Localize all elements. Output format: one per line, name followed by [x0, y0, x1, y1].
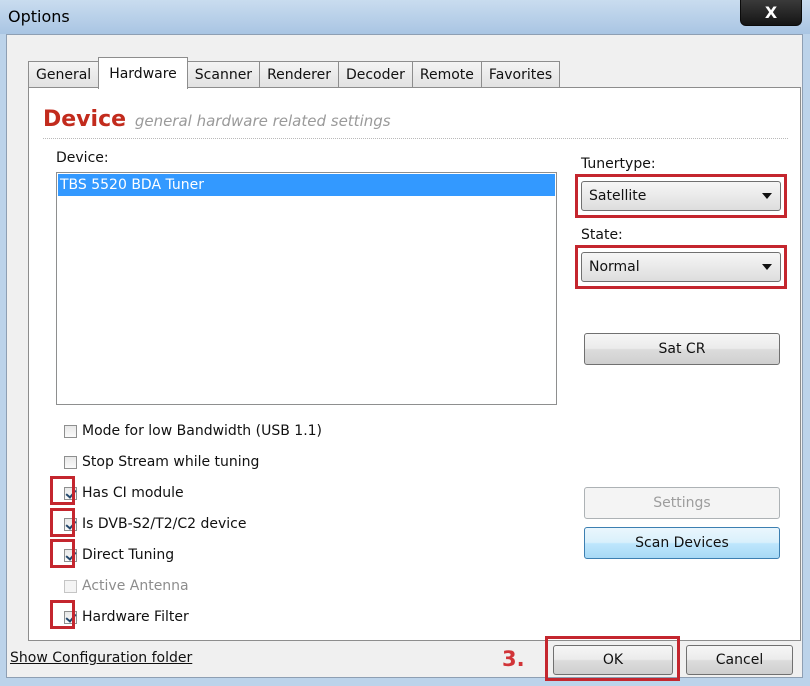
cancel-button[interactable]: Cancel [686, 645, 793, 675]
options-window: Options X General Hardware Scanner Rende… [0, 0, 810, 686]
checkbox-label: Stop Stream while tuning [82, 454, 260, 470]
tab-decoder[interactable]: Decoder [337, 61, 413, 88]
tab-scanner[interactable]: Scanner [186, 61, 261, 88]
checkbox-low-bandwidth[interactable]: Mode for low Bandwidth (USB 1.1) [64, 421, 322, 441]
close-button[interactable]: X [740, 0, 802, 26]
device-label: Device: [56, 150, 109, 166]
tab-hardware[interactable]: Hardware [98, 57, 188, 89]
show-configuration-folder-link[interactable]: Show Configuration folder [10, 650, 192, 666]
step-annotation-label: 3. [502, 647, 525, 671]
checkbox-label: Is DVB-S2/T2/C2 device [82, 516, 247, 532]
heading-divider [43, 138, 788, 139]
dialog-client-area: General Hardware Scanner Renderer Decode… [6, 34, 803, 681]
tab-general[interactable]: General [28, 61, 100, 88]
checkbox-label: Direct Tuning [82, 547, 175, 563]
checkbox-dvb-s2-device[interactable]: Is DVB-S2/T2/C2 device [64, 514, 246, 534]
tab-remote[interactable]: Remote [411, 61, 482, 88]
checkbox-active-antenna[interactable]: Active Antenna [64, 576, 189, 596]
tab-strip: General Hardware Scanner Renderer Decode… [28, 56, 561, 89]
scan-devices-button[interactable]: Scan Devices [584, 527, 780, 559]
section-heading: Device general hardware related settings [43, 107, 391, 132]
section-subtitle: general hardware related settings [134, 112, 391, 130]
checkbox-label: Has CI module [82, 485, 184, 501]
title-bar[interactable]: Options X [0, 0, 810, 34]
checkbox-label: Active Antenna [82, 578, 189, 594]
sat-cr-button[interactable]: Sat CR [584, 333, 780, 365]
checkbox-has-ci-module[interactable]: Has CI module [64, 483, 184, 503]
checkbox-label: Hardware Filter [82, 609, 189, 625]
checkbox-box[interactable] [64, 579, 77, 593]
highlight-has-ci [50, 476, 75, 505]
checkbox-hardware-filter[interactable]: Hardware Filter [64, 607, 189, 627]
checkbox-label: Mode for low Bandwidth (USB 1.1) [82, 423, 323, 439]
checkbox-box[interactable] [64, 424, 77, 438]
checkbox-box[interactable] [64, 455, 77, 469]
tab-favorites[interactable]: Favorites [480, 61, 561, 88]
checkbox-direct-tuning[interactable]: Direct Tuning [64, 545, 174, 565]
section-title: Device [43, 107, 127, 132]
highlight-hardware-filter [50, 600, 75, 629]
state-label: State: [581, 227, 623, 243]
settings-button[interactable]: Settings [584, 487, 780, 519]
highlight-tunertype [575, 174, 787, 218]
highlight-ok [545, 636, 680, 681]
device-list-item[interactable]: TBS 5520 BDA Tuner [58, 174, 555, 196]
highlight-dvb-s2 [50, 508, 75, 537]
hardware-panel: Device general hardware related settings… [28, 87, 801, 641]
highlight-state [575, 245, 787, 289]
highlight-direct-tuning [50, 539, 75, 568]
device-list[interactable]: TBS 5520 BDA Tuner [56, 172, 557, 405]
tunertype-label: Tunertype: [581, 156, 656, 172]
checkbox-stop-stream[interactable]: Stop Stream while tuning [64, 452, 259, 472]
window-title: Options [8, 7, 70, 26]
tab-renderer[interactable]: Renderer [259, 61, 339, 88]
